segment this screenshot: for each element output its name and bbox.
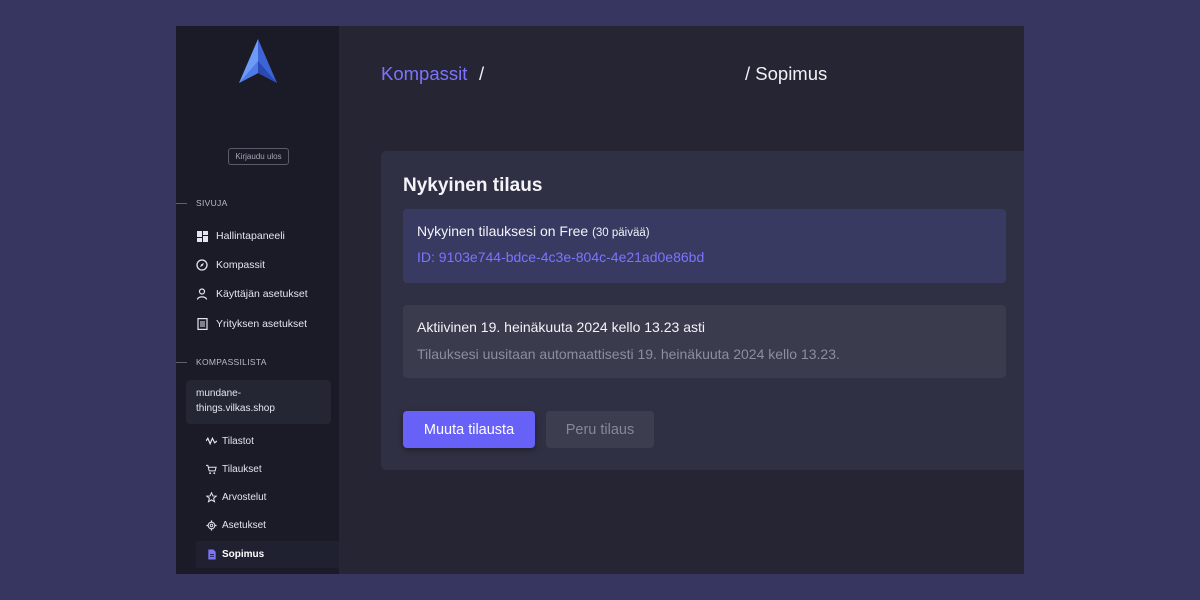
gear-icon (206, 519, 217, 531)
renewal-text: Tilauksesi uusitaan automaattisesti 19. … (417, 346, 840, 362)
panel-title: Nykyinen tilaus (403, 175, 543, 196)
sub-item-label: Sopimus (222, 548, 265, 560)
breadcrumb-compasses-link[interactable]: Kompassit (381, 63, 467, 85)
compass-icon (196, 259, 208, 271)
current-plan-box: Nykyinen tilauksesi on Free (30 päivää) … (403, 209, 1006, 283)
section-label-pages: SIVUJA (176, 198, 228, 208)
plan-days: (30 päivää) (592, 227, 650, 239)
compass-card[interactable]: mundane- things.vilkas.shop (186, 380, 331, 424)
user-icon (196, 288, 208, 300)
section-label-text: SIVUJA (196, 198, 228, 208)
plan-line: Nykyinen tilauksesi on Free (30 päivää) (417, 223, 650, 239)
sub-item-label: Arvostelut (222, 491, 267, 503)
sub-item-statistics[interactable]: Tilastot (206, 433, 254, 449)
sidebar-item-user-settings[interactable]: Käyttäjän asetukset (196, 286, 308, 302)
cancel-subscription-button[interactable]: Peru tilaus (546, 411, 654, 448)
divider (176, 361, 187, 363)
cart-icon (206, 464, 217, 475)
star-icon (206, 491, 217, 503)
sidebar-item-label: Hallintapaneeli (216, 230, 285, 242)
logout-button[interactable]: Kirjaudu ulos (228, 148, 289, 165)
subscription-panel: Nykyinen tilaus Nykyinen tilauksesi on F… (381, 151, 1024, 470)
sub-item-reviews[interactable]: Arvostelut (206, 489, 266, 505)
breadcrumb-current: / Sopimus (745, 63, 828, 84)
sidebar: Kirjaudu ulos SIVUJA Hallintapaneeli Kom… (176, 26, 339, 574)
sub-item-label: Tilastot (222, 435, 254, 447)
activity-icon (206, 436, 217, 447)
dashboard-icon (196, 230, 208, 242)
plan-text: Nykyinen tilauksesi on Free (417, 223, 589, 239)
compass-name-line-2: things.vilkas.shop (196, 403, 275, 414)
sidebar-item-dashboard[interactable]: Hallintapaneeli (196, 228, 285, 244)
file-icon (206, 548, 217, 560)
compass-logo[interactable] (239, 39, 277, 83)
app-window: Kirjaudu ulos SIVUJA Hallintapaneeli Kom… (176, 26, 1024, 574)
sub-item-settings[interactable]: Asetukset (206, 517, 266, 533)
sidebar-item-label: Kompassit (216, 259, 266, 271)
sub-item-label: Tilaukset (222, 463, 262, 475)
breadcrumb-separator: / (479, 63, 485, 84)
sidebar-item-company-settings[interactable]: Yrityksen asetukset (196, 316, 307, 332)
compass-name-line-1: mundane- (196, 388, 242, 399)
divider (176, 202, 187, 204)
sidebar-item-label: Käyttäjän asetukset (216, 288, 308, 300)
section-label-text: KOMPASSILISTA (196, 357, 267, 367)
active-period-box: Aktiivinen 19. heinäkuuta 2024 kello 13.… (403, 305, 1006, 378)
plan-id: ID: 9103e744-bdce-4c3e-804c-4e21ad0e86bd (417, 249, 705, 265)
sub-item-contract[interactable]: Sopimus (206, 546, 264, 562)
sidebar-item-label: Yrityksen asetukset (216, 318, 308, 330)
sidebar-item-compasses[interactable]: Kompassit (196, 257, 265, 273)
sub-item-orders[interactable]: Tilaukset (206, 461, 262, 477)
change-subscription-button[interactable]: Muuta tilausta (403, 411, 535, 448)
main-content: Kompassit / / Sopimus Nykyinen tilaus Ny… (339, 26, 1024, 574)
active-until-text: Aktiivinen 19. heinäkuuta 2024 kello 13.… (417, 319, 705, 335)
section-label-compasses: KOMPASSILISTA (176, 357, 267, 367)
sub-item-label: Asetukset (222, 519, 266, 531)
document-icon (196, 318, 208, 330)
